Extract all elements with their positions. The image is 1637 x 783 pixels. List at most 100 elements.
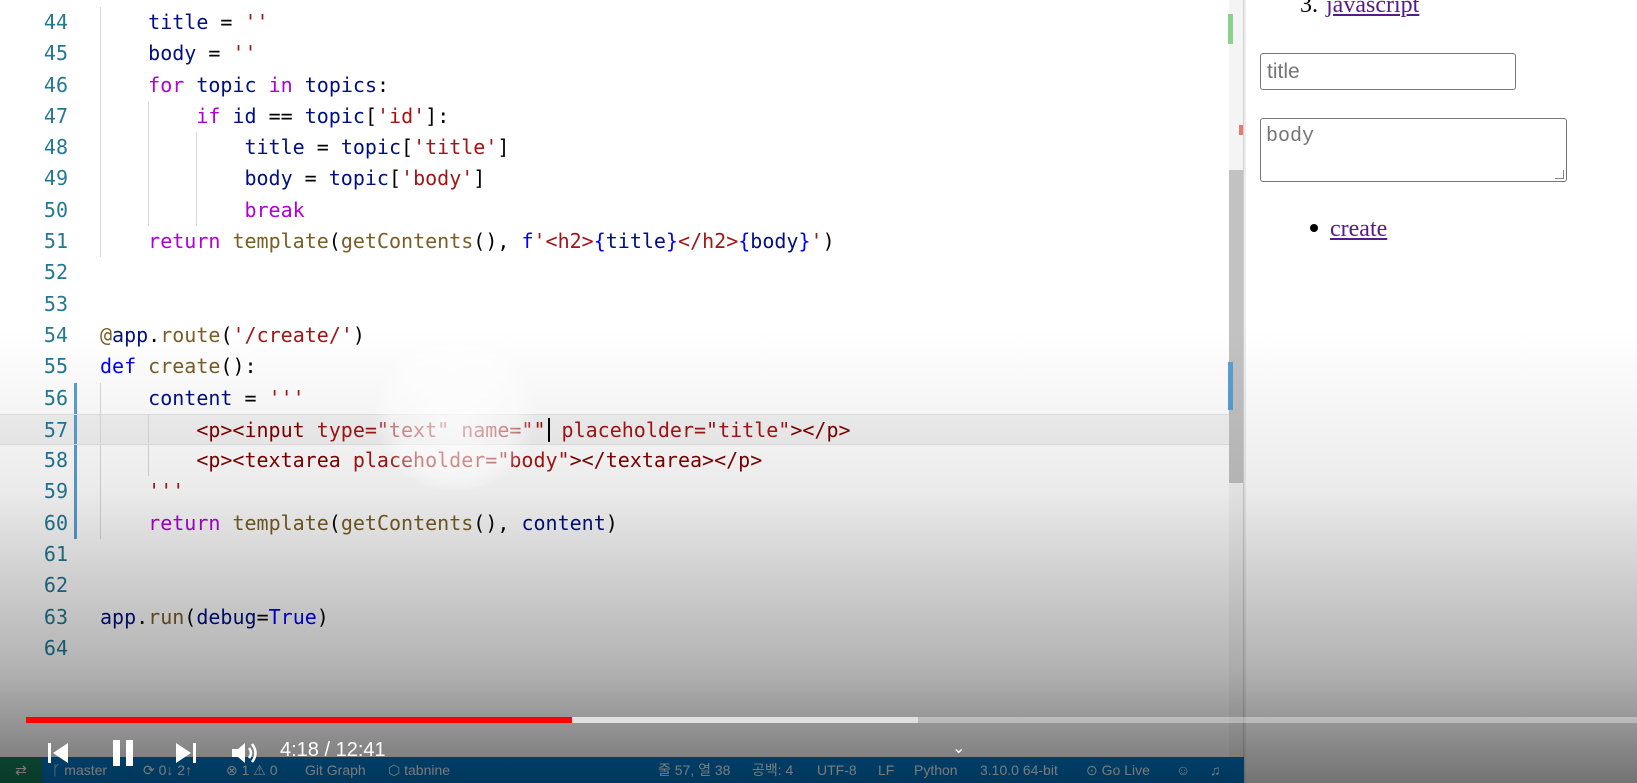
indent-guide — [100, 38, 101, 70]
next-icon[interactable] — [174, 741, 198, 765]
code-token: . — [136, 604, 149, 629]
code-token: '/create/' — [232, 322, 353, 347]
line-code: title = topic['title'] — [244, 132, 509, 163]
code-line[interactable]: 55 def create(): — [0, 351, 1244, 382]
indent-guide — [148, 132, 150, 164]
code-token: debug — [196, 604, 257, 629]
code-line[interactable]: 64 — [0, 633, 1244, 664]
indent-guide — [100, 194, 101, 227]
code-line[interactable]: 47 if id == topic['id']: — [0, 100, 1244, 133]
code-line[interactable]: 49 body = topic['body'] — [0, 163, 1244, 195]
list-number: 3. — [1300, 0, 1318, 18]
create-list-item: create — [1310, 216, 1387, 243]
language-item[interactable]: Python — [914, 757, 958, 783]
volume-icon[interactable] — [230, 740, 258, 766]
code-token: ''' — [148, 479, 185, 504]
code-token: (): — [220, 354, 257, 379]
line-code: title = '' — [148, 7, 268, 38]
indent-guide — [148, 163, 150, 195]
indent-item[interactable]: 공백: 4 — [752, 757, 793, 783]
code-token: == — [256, 103, 305, 128]
code-line[interactable]: 48 title = topic['title'] — [0, 132, 1244, 164]
line-code: ''' — [148, 476, 184, 507]
code-token: (), — [473, 510, 522, 535]
body-textarea[interactable]: body — [1260, 118, 1567, 182]
line-number: 58 — [43, 448, 68, 473]
code-token: topic — [304, 103, 365, 128]
code-line[interactable]: 58 <p><textarea placeholder="body"></text… — [0, 445, 1244, 477]
topic-link[interactable]: javascript — [1326, 0, 1419, 18]
code-line[interactable]: 56 content = ''' — [0, 382, 1244, 414]
line-number: 62 — [43, 573, 68, 598]
code-token: 'title' — [413, 135, 498, 160]
pane-divider[interactable] — [1243, 0, 1244, 783]
code-line[interactable]: 53 — [0, 289, 1244, 320]
resize-handle[interactable] — [1555, 170, 1564, 179]
code-token: '<h2> — [533, 229, 594, 254]
modified-gutter-marker — [74, 476, 77, 508]
feedback-icon[interactable]: ☺ — [1176, 757, 1190, 783]
code-line[interactable]: 52 — [0, 257, 1244, 288]
code-line[interactable]: 57 <p><input type="text" name="" placehol… — [0, 413, 1244, 446]
tabnine-item[interactable]: ⬡ tabnine — [388, 757, 450, 783]
code-token: return — [148, 510, 221, 535]
eol-item[interactable]: LF — [878, 757, 894, 783]
code-token: : — [376, 72, 390, 97]
previous-icon[interactable] — [46, 741, 70, 765]
line-code: return template(getContents(), f'<h2>{ti… — [148, 226, 834, 257]
code-line[interactable]: 54 @app.route('/create/') — [0, 320, 1244, 351]
go-live-item[interactable]: ⊙ Go Live — [1086, 757, 1150, 783]
code-token: placeholder="title" — [549, 417, 791, 442]
code-token: app — [112, 322, 149, 347]
code-token: placeholder="body" — [340, 448, 570, 473]
code-line[interactable]: 44 title = '' — [0, 7, 1244, 39]
encoding-item[interactable]: UTF-8 — [817, 757, 857, 783]
editor-scrollbar-thumb[interactable] — [1229, 170, 1243, 483]
pause-icon[interactable] — [110, 739, 136, 767]
code-token: [ — [388, 166, 402, 191]
code-line[interactable]: 60 return template(getContents(), content… — [0, 507, 1244, 540]
bell-icon[interactable]: ♫ — [1210, 757, 1221, 783]
code-token: ' — [810, 229, 823, 254]
code-line[interactable]: 46 for topic in topics: — [0, 69, 1244, 101]
code-line[interactable]: 51 return template(getContents(), f'<h2>{… — [0, 226, 1244, 258]
code-token: = — [304, 135, 341, 160]
code-editor[interactable]: 44 title = '' 45 body = '' 46 for topic in to… — [0, 0, 1244, 783]
video-progress-bar[interactable] — [26, 717, 1637, 723]
cursor-position-item[interactable]: 줄 57, 열 38 — [658, 757, 730, 783]
code-token: getContents — [340, 229, 474, 254]
title-input[interactable]: title — [1260, 53, 1516, 90]
code-token: app — [100, 604, 137, 629]
code-line[interactable]: 62 — [0, 570, 1244, 601]
code-token: for — [148, 72, 185, 97]
code-line[interactable]: 63 app.run(debug=True) — [0, 602, 1244, 633]
code-token: ( — [184, 604, 197, 629]
remote-button[interactable]: ⇄ — [0, 757, 42, 783]
code-token: getContents — [340, 510, 474, 535]
modified-gutter-marker — [74, 507, 77, 540]
overview-modified-marker — [1228, 362, 1233, 410]
code-token: body — [244, 166, 293, 191]
create-link[interactable]: create — [1330, 216, 1387, 242]
code-lines[interactable]: 44 title = '' 45 body = '' 46 for topic in to… — [0, 7, 1244, 664]
code-token: body — [750, 229, 799, 254]
code-token: = — [256, 604, 269, 629]
code-token: ) — [822, 229, 835, 254]
line-number: 55 — [43, 354, 68, 379]
code-token: title — [244, 135, 305, 160]
code-line[interactable]: 59 ''' — [0, 476, 1244, 508]
code-line[interactable]: 45 body = '' — [0, 38, 1244, 70]
line-code: @app.route('/create/') — [100, 320, 365, 351]
code-token: template — [232, 229, 329, 254]
code-line[interactable]: 50 break — [0, 194, 1244, 227]
line-number: 52 — [43, 260, 68, 285]
code-token: ''' — [268, 385, 305, 410]
code-token: f — [521, 229, 534, 254]
code-token: template — [232, 510, 329, 535]
code-token: } — [665, 229, 679, 254]
interpreter-item[interactable]: 3.10.0 64-bit — [980, 757, 1058, 783]
code-line[interactable]: 61 — [0, 539, 1244, 570]
code-token: </h2> — [678, 229, 739, 254]
chevron-down-icon[interactable]: ⌄ — [952, 738, 965, 757]
line-number: 64 — [43, 635, 68, 660]
